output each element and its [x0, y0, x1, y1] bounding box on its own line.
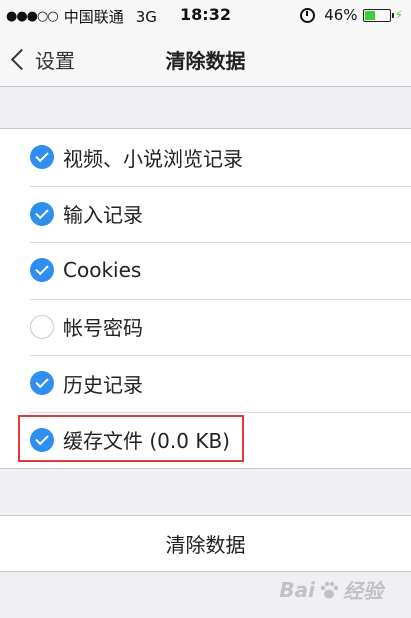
option-row-browse-history[interactable]: 历史记录 [0, 355, 411, 412]
checkmark-icon [35, 149, 49, 163]
option-row-input-history[interactable]: 输入记录 [0, 185, 411, 243]
page-title: 清除数据 [165, 49, 246, 73]
option-label: Cookies [63, 258, 142, 283]
status-right: 46% ⚡ [300, 6, 403, 24]
watermark-brand-left: Bai [279, 577, 315, 602]
paw-icon [320, 581, 339, 598]
navigation-bar: 设置 清除数据 [0, 32, 411, 87]
baidu-jingyan-watermark: Bai 经验 [279, 575, 383, 604]
checkbox-icon[interactable] [30, 371, 54, 396]
clear-data-button[interactable]: 清除数据 [0, 515, 411, 572]
option-row-account-passwords[interactable]: 帐号密码 [0, 298, 411, 356]
status-bar: ●●●○○ 中国联通 3G 18:32 46% ⚡ [0, 0, 411, 32]
option-label: 视频、小说浏览记录 [63, 146, 243, 171]
clear-options-list: 视频、小说浏览记录 输入记录 Cookies 帐号密码 历史记录 缓存文件 (0… [0, 128, 411, 469]
checkbox-icon[interactable] [30, 427, 54, 452]
watermark-brand-right: 经验 [343, 579, 383, 603]
option-label: 输入记录 [63, 203, 143, 228]
option-label: 历史记录 [63, 372, 143, 397]
option-label: 帐号密码 [63, 316, 143, 341]
clear-data-label: 清除数据 [165, 533, 246, 557]
option-row-cookies[interactable]: Cookies [0, 242, 411, 299]
charging-bolt-icon: ⚡ [394, 8, 403, 22]
option-label: 缓存文件 (0.0 KB) [63, 429, 230, 454]
battery-fill [364, 10, 375, 20]
checkbox-icon[interactable] [30, 145, 54, 170]
battery-tip [391, 12, 394, 18]
checkmark-icon [35, 205, 49, 219]
checkbox-icon[interactable] [30, 314, 54, 339]
checkmark-icon [35, 262, 49, 276]
checkmark-icon [35, 375, 49, 389]
checkbox-icon[interactable] [30, 201, 54, 226]
battery-percent: 46% [324, 6, 358, 24]
checkmark-icon [35, 431, 49, 445]
alarm-icon [300, 7, 316, 23]
checkbox-icon[interactable] [30, 258, 54, 283]
battery-icon [362, 8, 394, 22]
option-row-video-novel-history[interactable]: 视频、小说浏览记录 [0, 129, 411, 186]
option-row-cache-files[interactable]: 缓存文件 (0.0 KB) [0, 411, 411, 469]
